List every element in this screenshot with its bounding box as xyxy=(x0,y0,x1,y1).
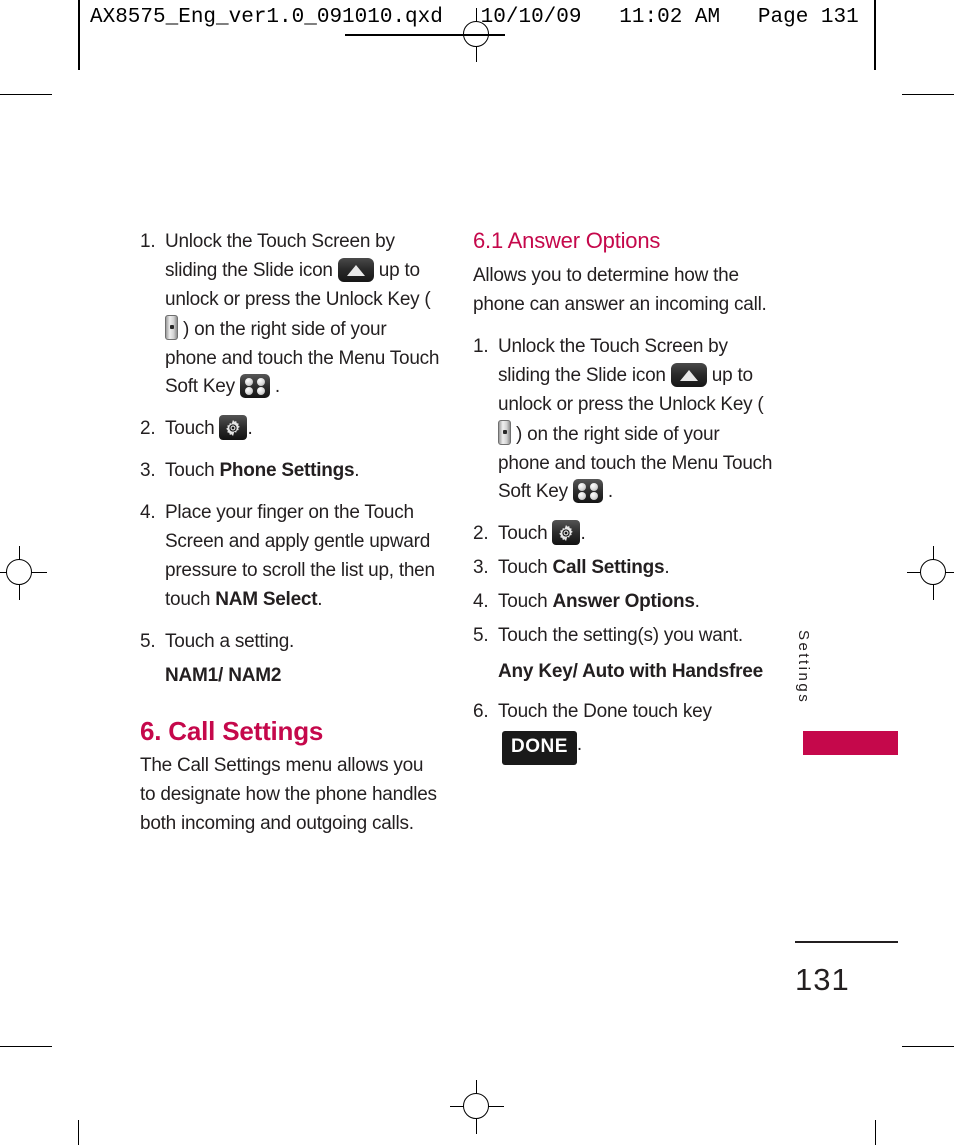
step-emphasis: NAM Select xyxy=(215,588,318,610)
crop-mark-top-right-h xyxy=(902,94,954,95)
step-text-after: . xyxy=(354,460,360,482)
section-body: The Call Settings menu allows you to des… xyxy=(140,754,437,834)
subsection-title: 6.1 Answer Options xyxy=(473,228,661,253)
print-slug-bar: AX8575_Eng_ver1.0_091010.qxd 10/10/09 11… xyxy=(78,0,876,70)
answer-option-values: Any Key/ Auto with Handsfree xyxy=(498,660,764,682)
step-text: Touch xyxy=(165,460,220,482)
list-item: 4. Place your finger on the Touch Screen … xyxy=(140,499,440,615)
step-emphasis: Phone Settings xyxy=(219,460,355,482)
print-slug-text: AX8575_Eng_ver1.0_091010.qxd 10/10/09 11… xyxy=(90,6,859,29)
list-item: 2. Touch . xyxy=(140,415,440,444)
crop-mark-top-left-h xyxy=(0,94,52,95)
step-text-after: . xyxy=(576,734,582,756)
step-text-c: ) on the right side of your phone and to… xyxy=(498,423,773,503)
list-item: 3. Touch Call Settings. xyxy=(473,554,773,583)
list-item: 5. Touch the setting(s) you want. Any Key… xyxy=(473,622,773,686)
chapter-tab-label: Settings xyxy=(795,630,812,705)
page-title: 6. Call Settings xyxy=(140,715,324,746)
step-text: Touch xyxy=(165,418,220,440)
step-number: 6. xyxy=(473,701,489,723)
registration-mark-left xyxy=(0,546,47,600)
chapter-tab-bar xyxy=(803,731,898,755)
list-item: 1. Unlock the Touch Screen by sliding the… xyxy=(140,228,440,402)
registration-mark-bottom xyxy=(450,1080,504,1134)
menu-soft-key-icon xyxy=(239,374,270,399)
menu-soft-key-icon xyxy=(572,479,603,504)
step-emphasis: Answer Options xyxy=(552,591,695,613)
step-text-after: . xyxy=(664,557,670,579)
slide-up-icon xyxy=(670,362,707,387)
list-item: 6. Touch the Done touch key DONE. xyxy=(473,698,773,766)
right-column: 6.1 Answer Options Allows you to determi… xyxy=(473,228,773,778)
step-number: 2. xyxy=(473,523,489,545)
step-number: 5. xyxy=(473,624,489,646)
page-number: 131 xyxy=(795,962,850,997)
done-touch-key[interactable]: DONE xyxy=(502,731,577,766)
settings-gear-icon xyxy=(552,520,581,546)
subsection-body: Allows you to determine how the phone ca… xyxy=(473,265,767,316)
crop-mark-bottom-right-h xyxy=(902,1046,954,1047)
nam-option-values: NAM1/ NAM2 xyxy=(165,665,282,687)
step-text-after: . xyxy=(580,523,586,545)
step-text: Touch the Done touch key xyxy=(498,701,712,723)
step-number: 4. xyxy=(140,502,156,523)
right-steps-list: 1. Unlock the Touch Screen by sliding the… xyxy=(473,333,773,766)
folio-rule xyxy=(795,941,898,943)
unlock-key-icon xyxy=(498,419,511,445)
crop-mark-bottom-left-v xyxy=(78,1120,79,1145)
step-text-d: . xyxy=(602,481,613,503)
step-emphasis: Call Settings xyxy=(552,557,665,579)
step-text: Touch xyxy=(498,591,553,613)
list-item: 5. Touch a setting. xyxy=(140,628,440,657)
step-text: Touch xyxy=(498,557,553,579)
list-item: 4. Touch Answer Options. xyxy=(473,588,773,617)
list-item: 3. Touch Phone Settings. xyxy=(140,457,440,486)
manual-page: AX8575_Eng_ver1.0_091010.qxd 10/10/09 11… xyxy=(0,0,954,1145)
step-number: 2. xyxy=(140,418,156,440)
list-item: 1. Unlock the Touch Screen by sliding the… xyxy=(473,333,773,507)
step-number: 1. xyxy=(140,231,156,252)
chapter-tab: Settings xyxy=(795,630,825,730)
step-text: Touch xyxy=(498,523,553,545)
list-item: 2. Touch . xyxy=(473,520,773,549)
slide-up-icon xyxy=(337,257,374,282)
slug-rule xyxy=(345,34,505,36)
crop-mark-bottom-right-v xyxy=(875,1120,876,1145)
step-text-d: . xyxy=(269,376,280,398)
left-column: 1. Unlock the Touch Screen by sliding the… xyxy=(140,228,440,852)
step-number: 3. xyxy=(473,557,489,579)
step-text: Touch the setting(s) you want. xyxy=(498,624,743,646)
registration-mark-right xyxy=(907,546,954,600)
step-number: 1. xyxy=(473,336,489,358)
step-text-after: . xyxy=(247,418,253,440)
step-number: 3. xyxy=(140,460,156,482)
settings-gear-icon xyxy=(219,415,248,441)
left-steps-list: 1. Unlock the Touch Screen by sliding the… xyxy=(140,228,440,656)
step-text-c: ) on the right side of your phone and to… xyxy=(165,318,440,398)
step-text: Touch a setting. xyxy=(165,630,295,652)
unlock-key-icon xyxy=(165,314,178,340)
step-number: 5. xyxy=(140,630,156,652)
step-text-after: . xyxy=(694,591,700,613)
step-text-after: . xyxy=(317,588,323,610)
step-number: 4. xyxy=(473,591,489,613)
crop-mark-bottom-left-h xyxy=(0,1046,52,1047)
